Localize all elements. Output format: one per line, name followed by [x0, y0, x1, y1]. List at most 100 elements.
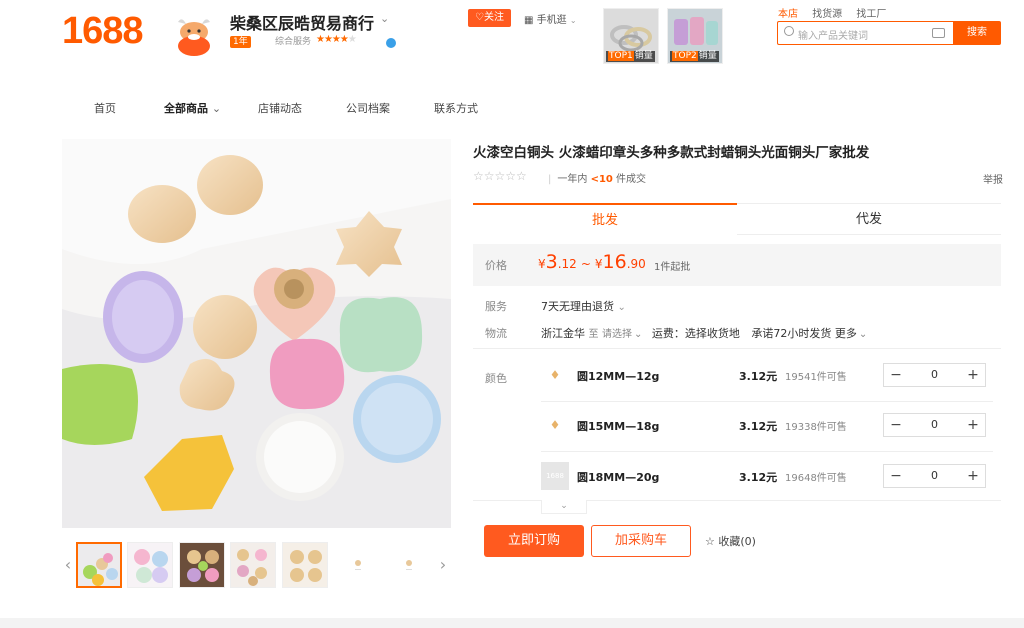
- search-button[interactable]: 搜索: [953, 21, 1001, 45]
- service-text: 7天无理由退货: [541, 300, 614, 313]
- color-label: 颜色: [485, 372, 507, 385]
- divider: [541, 401, 993, 402]
- nav-home[interactable]: 首页: [94, 100, 116, 116]
- shop-avatar[interactable]: [170, 12, 218, 56]
- stars-off: ★: [347, 34, 357, 45]
- plus-button[interactable]: +: [961, 414, 985, 436]
- chevron-down-icon: ⌄: [211, 102, 222, 115]
- chevron-down-icon: ⌄: [617, 302, 626, 313]
- thumbnail-4[interactable]: [230, 542, 276, 588]
- nav-all-products[interactable]: 全部商品 ⌄: [164, 100, 221, 116]
- report-link[interactable]: 举报: [983, 171, 1003, 186]
- stars-on: ★★★★: [316, 34, 349, 45]
- sku-thumbnail[interactable]: ♦: [541, 411, 569, 439]
- more-link[interactable]: 更多: [835, 327, 857, 340]
- thumbnail-6[interactable]: [334, 542, 380, 588]
- favorite-button[interactable]: ☆ 收藏(0): [705, 533, 756, 549]
- sku-stock: 19648件可售: [785, 473, 847, 484]
- thumbnail-2[interactable]: [127, 542, 173, 588]
- minus-button[interactable]: −: [884, 465, 908, 487]
- sales-prefix: 一年内: [557, 174, 588, 185]
- service-label: 服务: [485, 300, 507, 313]
- mobile-link[interactable]: ▦ 手机逛 ⌄: [524, 11, 577, 26]
- minus-button[interactable]: −: [884, 364, 908, 386]
- plus-button[interactable]: +: [961, 364, 985, 386]
- product-main-image[interactable]: [62, 139, 451, 528]
- sku-name: 圆12MM—12g: [577, 370, 660, 383]
- camera-icon[interactable]: [932, 28, 945, 38]
- quantity-input[interactable]: 0: [908, 364, 961, 386]
- sku-row: ♦ 圆15MM—18g 3.12元 19338件可售 − 0 +: [541, 404, 993, 448]
- to-label: 至: [588, 329, 599, 340]
- top-tag: TOP2 销量: [670, 51, 719, 62]
- quantity-input[interactable]: 0: [908, 465, 961, 487]
- min-order: 1件起批: [654, 262, 691, 273]
- destination-select[interactable]: 请选择: [602, 329, 632, 340]
- chevron-down-icon: ⌄: [634, 329, 643, 340]
- quantity-stepper: − 0 +: [883, 363, 986, 387]
- tab-dropship[interactable]: 代发: [737, 203, 1001, 235]
- minus-button[interactable]: −: [884, 414, 908, 436]
- service-value[interactable]: 7天无理由退货 ⌄: [541, 298, 626, 314]
- freight: 运费：选择收货地: [651, 327, 740, 340]
- thumbnail-1[interactable]: [76, 542, 122, 588]
- thumbnail-7[interactable]: [385, 542, 431, 588]
- search-icon: [784, 26, 794, 36]
- search-tab-supply[interactable]: 找货源: [812, 9, 842, 20]
- ship-promise: 承诺72小时发货: [751, 327, 832, 340]
- product-title: 火漆空白铜头 火漆蜡印章头多种多款式封蜡铜头光面铜头厂家批发: [473, 145, 870, 161]
- favorite-label: 收藏(0): [718, 535, 756, 548]
- shop-year-badge: 1年: [230, 36, 251, 48]
- sales-count: | 一年内 <10 件成交: [548, 170, 646, 185]
- score-label: 综合服务: [275, 37, 312, 47]
- search-tab-factory[interactable]: 找工厂: [856, 9, 886, 20]
- search-input[interactable]: 输入产品关键词: [777, 21, 953, 45]
- logistics-label: 物流: [485, 327, 507, 340]
- thumbnail-5[interactable]: [282, 542, 328, 588]
- logistics-value[interactable]: 浙江金华 至 请选择 ⌄ 运费：选择收货地 承诺72小时发货 更多 ⌄: [541, 325, 873, 341]
- site-logo[interactable]: 1688: [62, 10, 144, 53]
- expand-options-icon[interactable]: ⌄: [541, 500, 587, 514]
- follow-button[interactable]: ♡关注: [468, 9, 511, 27]
- thumbnail-3[interactable]: [179, 542, 225, 588]
- qr-icon: ▦: [524, 15, 534, 26]
- quantity-stepper: − 0 +: [883, 464, 986, 488]
- add-to-cart-button[interactable]: 加采购车: [591, 525, 691, 557]
- search-placeholder: 输入产品关键词: [798, 31, 868, 42]
- buy-now-button[interactable]: 立即订购: [484, 525, 584, 557]
- nav-company-profile[interactable]: 公司档案: [346, 100, 390, 116]
- tab-wholesale[interactable]: 批发: [473, 203, 737, 235]
- top-product-2[interactable]: TOP2 销量: [667, 8, 723, 64]
- divider: [541, 451, 993, 452]
- quantity-input[interactable]: 0: [908, 414, 961, 436]
- chevron-down-icon[interactable]: ⌄: [380, 12, 389, 25]
- thumbs-prev-icon[interactable]: ‹: [63, 542, 73, 588]
- sku-name: 圆15MM—18g: [577, 420, 660, 433]
- search-tab-store[interactable]: 本店: [778, 9, 798, 20]
- sku-thumbnail[interactable]: 1688: [541, 462, 569, 490]
- sku-thumbnail[interactable]: ♦: [541, 361, 569, 389]
- sku-name: 圆18MM—20g: [577, 471, 660, 484]
- divider: [473, 348, 1001, 349]
- sku-price: 3.12元: [739, 370, 778, 383]
- nav-contact[interactable]: 联系方式: [434, 100, 478, 116]
- verified-badge-icon: [386, 38, 396, 48]
- thumbs-next-icon[interactable]: ›: [438, 542, 448, 588]
- sales-value: <10: [590, 174, 613, 185]
- plus-button[interactable]: +: [961, 465, 985, 487]
- sku-row: 1688 圆18MM—20g 3.12元 19648件可售 − 0 +: [541, 455, 993, 499]
- sku-price: 3.12元: [739, 471, 778, 484]
- shop-name[interactable]: 柴桑区辰晧贸易商行: [230, 10, 374, 34]
- shop-stars: ★★★★★: [316, 34, 357, 45]
- nav-store-news[interactable]: 店铺动态: [258, 100, 302, 116]
- sku-row: ♦ 圆12MM—12g 3.12元 19541件可售 − 0 +: [541, 354, 993, 398]
- price-range: ¥3.12 ~ ¥16.90: [538, 251, 646, 273]
- star-icon: ☆: [705, 535, 715, 548]
- sales-suffix: 件成交: [616, 174, 647, 185]
- sku-stock: 19541件可售: [785, 372, 847, 383]
- top-product-1[interactable]: TOP1 销量: [603, 8, 659, 64]
- origin: 浙江金华: [541, 327, 585, 340]
- top-tag: TOP1 销量: [606, 51, 655, 62]
- chevron-down-icon: ⌄: [569, 16, 577, 25]
- rating-stars: ☆☆☆☆☆: [473, 169, 527, 183]
